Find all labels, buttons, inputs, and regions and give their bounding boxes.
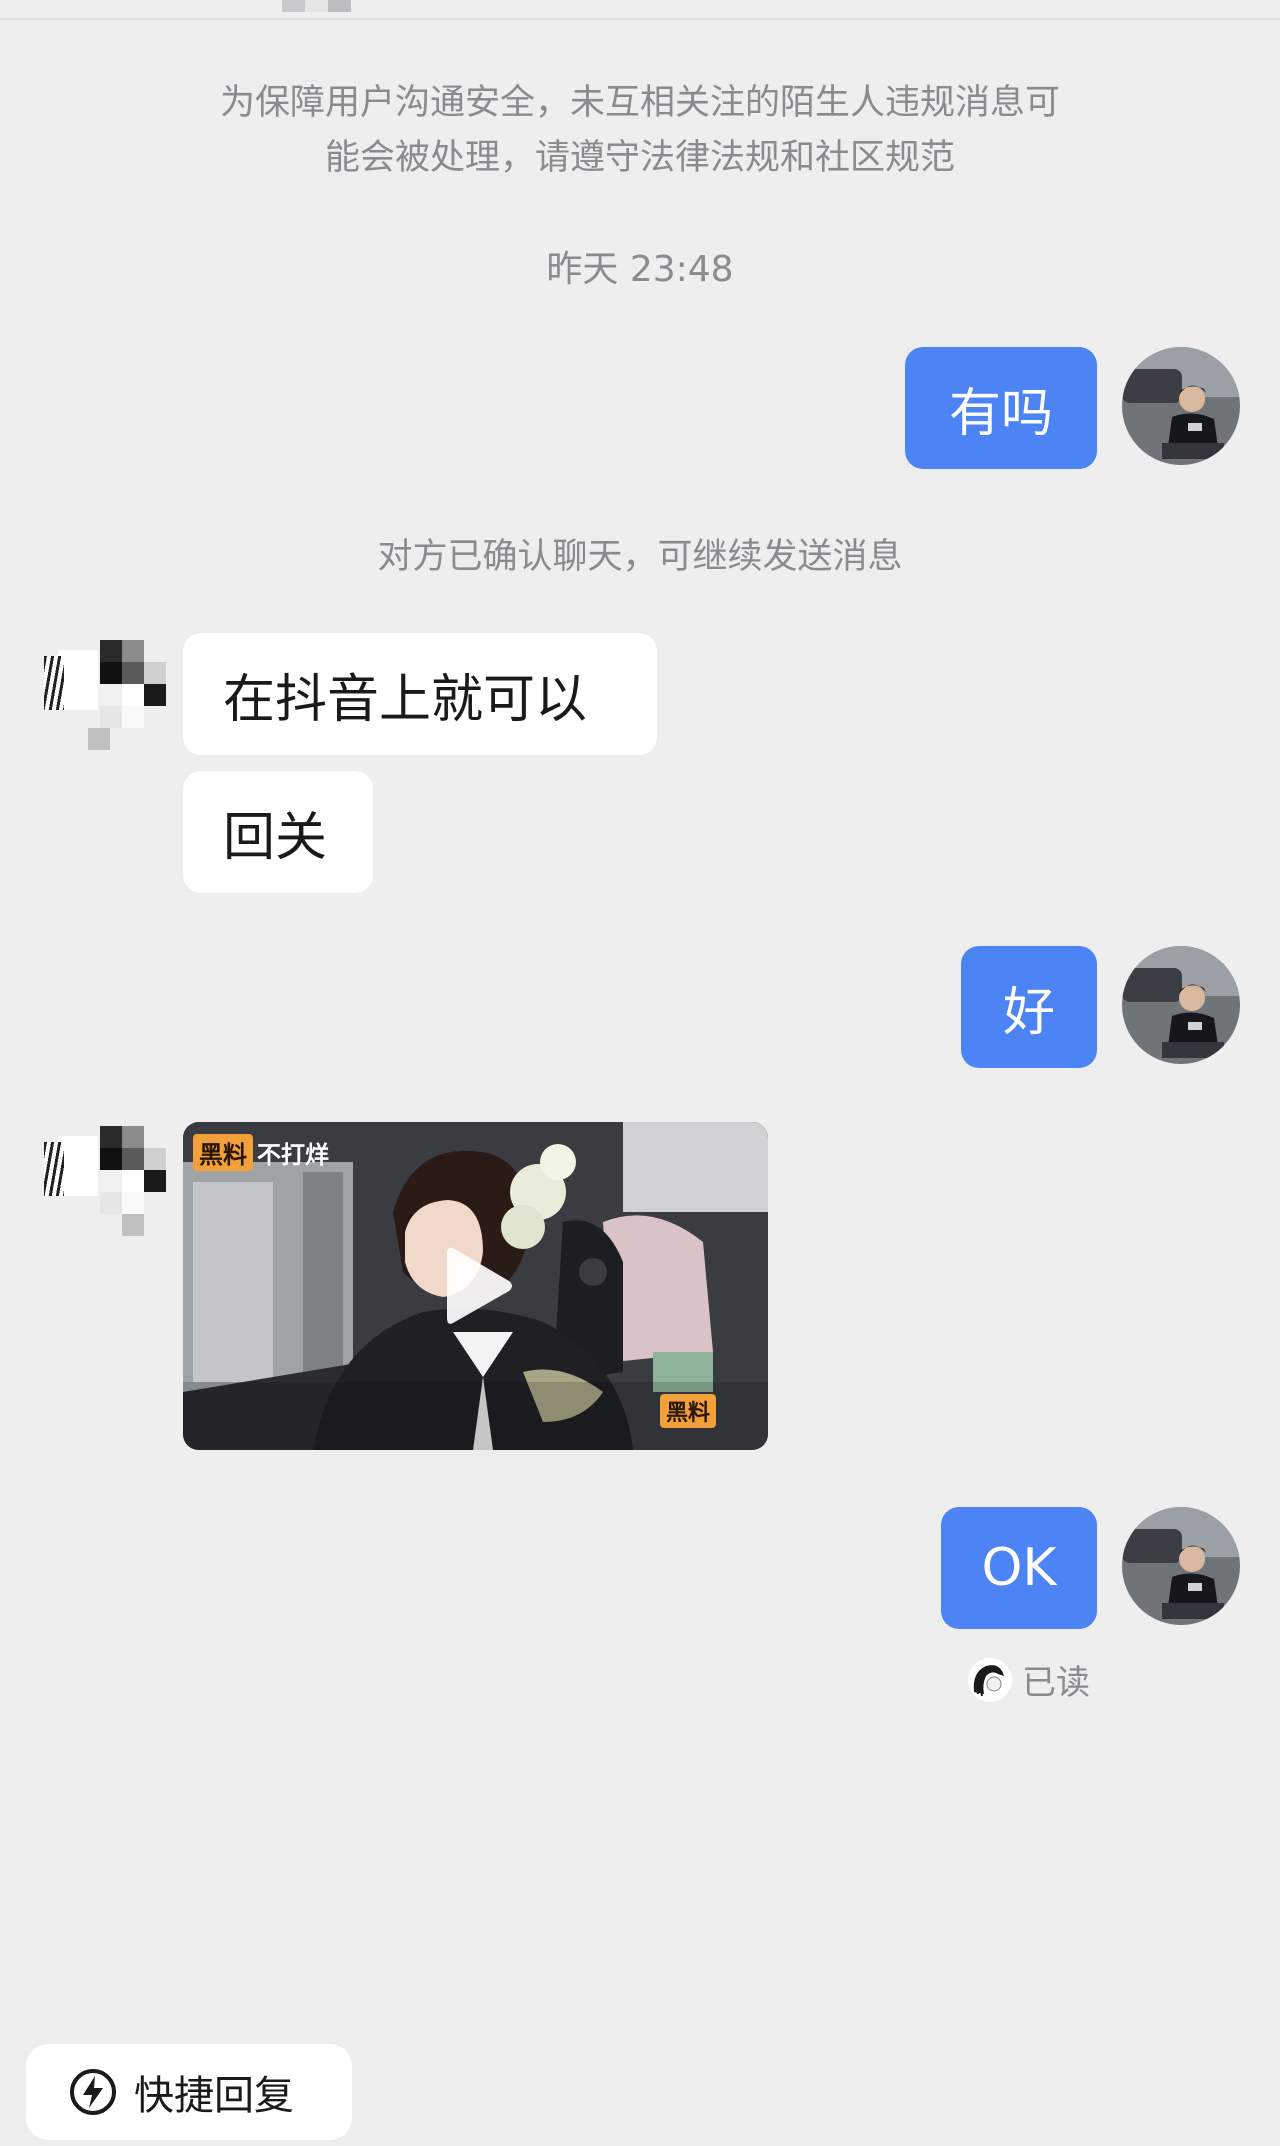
video-corner-badge: 黑料 [659,1394,716,1428]
my-avatar[interactable] [1122,1507,1240,1625]
header-divider [0,18,1280,20]
safety-notice-line-1: 为保障用户沟通安全，未互相关注的陌生人违规消息可 [219,83,1060,123]
system-message: 对方已确认聊天，可继续发送消息 [377,537,903,577]
play-icon[interactable] [445,1244,515,1328]
video-caption-tag: 黑料 不打烊 [193,1134,329,1171]
message-bubble-outgoing[interactable]: 有吗 [905,347,1097,469]
message-bubble-outgoing[interactable]: OK [941,1507,1097,1629]
video-message[interactable]: 黑料 不打烊 黑料 [183,1122,768,1450]
safety-notice-line-2: 能会被处理，请遵守法律法规和社区规范 [324,138,955,178]
contact-avatar[interactable] [38,1124,168,1254]
contact-avatar[interactable] [38,638,168,768]
message-timestamp: 昨天 23:48 [546,249,734,290]
my-avatar[interactable] [1122,347,1240,465]
safety-notice: 为保障用户沟通安全，未互相关注的陌生人违规消息可 能会被处理，请遵守法律法规和社… [140,76,1140,186]
message-bubble-incoming[interactable]: 回关 [183,771,373,893]
video-badge: 黑料 [193,1134,253,1171]
read-receipt: 已读 [968,1655,1090,1704]
top-bar-fragment [282,0,352,12]
message-bubble-outgoing[interactable]: 好 [961,946,1097,1068]
message-bubble-incoming[interactable]: 在抖音上就可以 [183,633,657,755]
my-avatar[interactable] [1122,946,1240,1064]
quick-reply-button[interactable]: 快捷回复 [26,2044,352,2140]
quick-reply-label: 快捷回复 [134,2073,294,2119]
lightning-icon [70,2069,116,2115]
reader-avatar [968,1657,1012,1702]
read-status-text: 已读 [1022,1663,1090,1703]
video-caption: 不打烊 [257,1141,329,1169]
